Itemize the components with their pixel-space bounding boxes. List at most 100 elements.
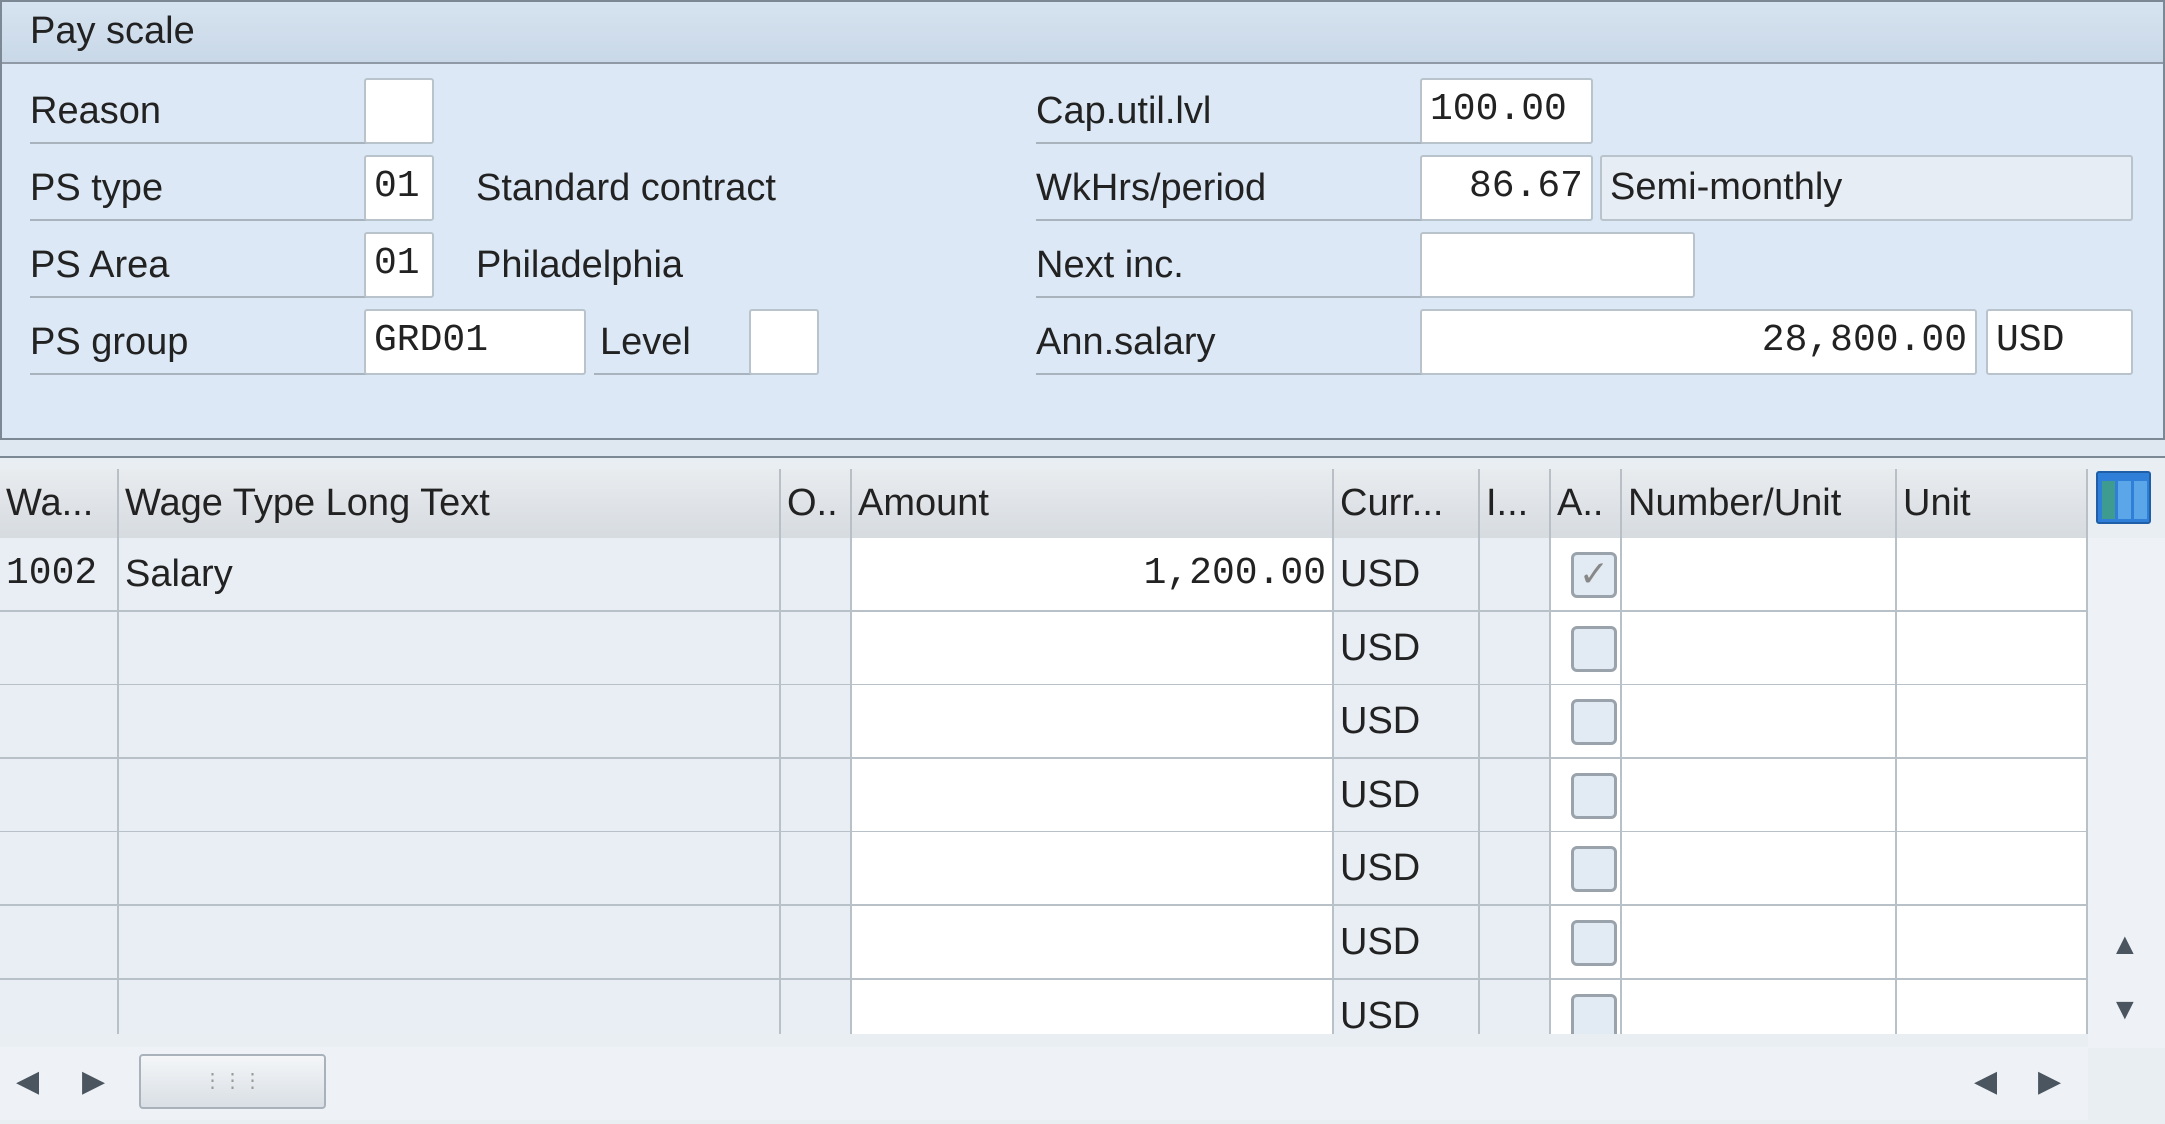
cell-amount[interactable] <box>852 979 1334 1034</box>
cell-o <box>781 685 852 760</box>
cell-i <box>1480 611 1551 686</box>
cell-currency: USD <box>1334 832 1480 907</box>
cell-unit[interactable] <box>1897 538 2088 612</box>
next-inc-input[interactable] <box>1420 232 1695 298</box>
wage-type-table: Wa... Wage Type Long Text O.. Amount Curr...… <box>0 456 2165 1124</box>
cell-o <box>781 611 852 686</box>
cell-o <box>781 906 852 980</box>
cell-number-unit[interactable] <box>1622 538 1897 612</box>
horizontal-scroll-thumb[interactable]: ⋮⋮⋮ <box>139 1054 326 1109</box>
triangle-down-icon[interactable]: ▼ <box>2110 993 2140 1027</box>
level-label: Level <box>594 309 754 375</box>
cell-number-unit[interactable] <box>1622 685 1897 760</box>
ps-type-text: Standard contract <box>476 167 776 209</box>
group-title: Pay scale <box>30 10 195 52</box>
checkbox[interactable] <box>1571 625 1617 672</box>
checkbox[interactable] <box>1571 993 1617 1034</box>
column-header-currency[interactable]: Curr... <box>1334 469 1480 538</box>
cell-a[interactable] <box>1551 832 1622 907</box>
triangle-up-icon[interactable]: ▲ <box>2110 928 2140 962</box>
cell-currency: USD <box>1334 906 1480 980</box>
wkhrs-label: WkHrs/period <box>1036 155 1426 221</box>
ps-area-input[interactable]: 01 <box>364 232 434 298</box>
cell-long-text <box>119 979 781 1034</box>
cell-a[interactable] <box>1551 758 1622 833</box>
cell-amount[interactable] <box>852 906 1334 980</box>
checkbox[interactable]: ✓ <box>1571 552 1617 598</box>
wkhrs-input[interactable]: 86.67 <box>1420 155 1593 221</box>
column-header-amount[interactable]: Amount <box>852 469 1334 538</box>
cell-currency: USD <box>1334 979 1480 1034</box>
cell-wage-type <box>0 906 119 980</box>
cell-a[interactable] <box>1551 906 1622 980</box>
cell-number-unit[interactable] <box>1622 611 1897 686</box>
cell-unit[interactable] <box>1897 979 2088 1034</box>
cell-wage-type <box>0 979 119 1034</box>
cell-long-text <box>119 758 781 833</box>
cell-a[interactable] <box>1551 685 1622 760</box>
vertical-scrollbar[interactable] <box>2088 538 2165 1048</box>
cap-util-label: Cap.util.lvl <box>1036 78 1426 144</box>
cell-long-text <box>119 685 781 760</box>
column-header-a[interactable]: A.. <box>1551 469 1622 538</box>
cell-currency: USD <box>1334 611 1480 686</box>
cell-amount[interactable] <box>852 685 1334 760</box>
cell-amount[interactable] <box>852 611 1334 686</box>
cell-unit[interactable] <box>1897 611 2088 686</box>
cell-unit[interactable] <box>1897 685 2088 760</box>
cell-long-text <box>119 906 781 980</box>
cell-unit[interactable] <box>1897 832 2088 907</box>
cell-amount[interactable] <box>852 758 1334 833</box>
level-input[interactable] <box>749 309 819 375</box>
cell-i <box>1480 685 1551 760</box>
ann-salary-label: Ann.salary <box>1036 309 1426 375</box>
column-header-long-text[interactable]: Wage Type Long Text <box>119 469 781 538</box>
cell-number-unit[interactable] <box>1622 979 1897 1034</box>
ann-salary-input[interactable]: 28,800.00 <box>1420 309 1977 375</box>
ann-salary-currency[interactable]: USD <box>1986 309 2133 375</box>
reason-input[interactable] <box>364 78 434 144</box>
cell-a[interactable] <box>1551 611 1622 686</box>
cell-a[interactable] <box>1551 979 1622 1034</box>
cell-amount[interactable] <box>852 832 1334 907</box>
column-header-o[interactable]: O.. <box>781 469 852 538</box>
cell-i <box>1480 538 1551 612</box>
cap-util-input[interactable]: 100.00 <box>1420 78 1593 144</box>
triangle-right-icon[interactable]: ▶ <box>82 1064 105 1099</box>
group-header: Pay scale <box>2 2 2163 64</box>
cell-number-unit[interactable] <box>1622 906 1897 980</box>
cell-o <box>781 979 852 1034</box>
cell-long-text <box>119 832 781 907</box>
pay-scale-group: Pay scale Reason PS type 01 Standard con… <box>0 0 2165 440</box>
column-header-number-unit[interactable]: Number/Unit <box>1622 469 1897 538</box>
period-text: Semi-monthly <box>1600 155 2133 221</box>
cell-unit[interactable] <box>1897 906 2088 980</box>
checkbox[interactable] <box>1571 920 1617 966</box>
checkbox[interactable] <box>1571 772 1617 819</box>
cell-wage-type <box>0 832 119 907</box>
triangle-left-icon[interactable]: ◀ <box>16 1064 39 1099</box>
table-columns-icon[interactable] <box>2096 471 2151 524</box>
ps-group-input[interactable]: GRD01 <box>364 309 586 375</box>
cell-a[interactable]: ✓ <box>1551 538 1622 612</box>
cell-wage-type <box>0 685 119 760</box>
checkbox[interactable] <box>1571 699 1617 746</box>
triangle-right-icon[interactable]: ▶ <box>2038 1064 2061 1099</box>
cell-amount[interactable]: 1,200.00 <box>852 538 1334 612</box>
cell-unit[interactable] <box>1897 758 2088 833</box>
cell-currency: USD <box>1334 685 1480 760</box>
cell-number-unit[interactable] <box>1622 832 1897 907</box>
cell-long-text <box>119 611 781 686</box>
triangle-left-icon[interactable]: ◀ <box>1974 1064 1997 1099</box>
column-header-wage-type[interactable]: Wa... <box>0 469 119 538</box>
cell-i <box>1480 979 1551 1034</box>
column-header-unit[interactable]: Unit <box>1897 469 2088 538</box>
cell-i <box>1480 758 1551 833</box>
cell-currency: USD <box>1334 538 1480 612</box>
cell-number-unit[interactable] <box>1622 758 1897 833</box>
cell-wage-type: 1002 <box>0 538 119 612</box>
ps-type-input[interactable]: 01 <box>364 155 434 221</box>
column-header-i[interactable]: I... <box>1480 469 1551 538</box>
checkbox[interactable] <box>1571 846 1617 893</box>
cell-long-text: Salary <box>119 538 781 612</box>
